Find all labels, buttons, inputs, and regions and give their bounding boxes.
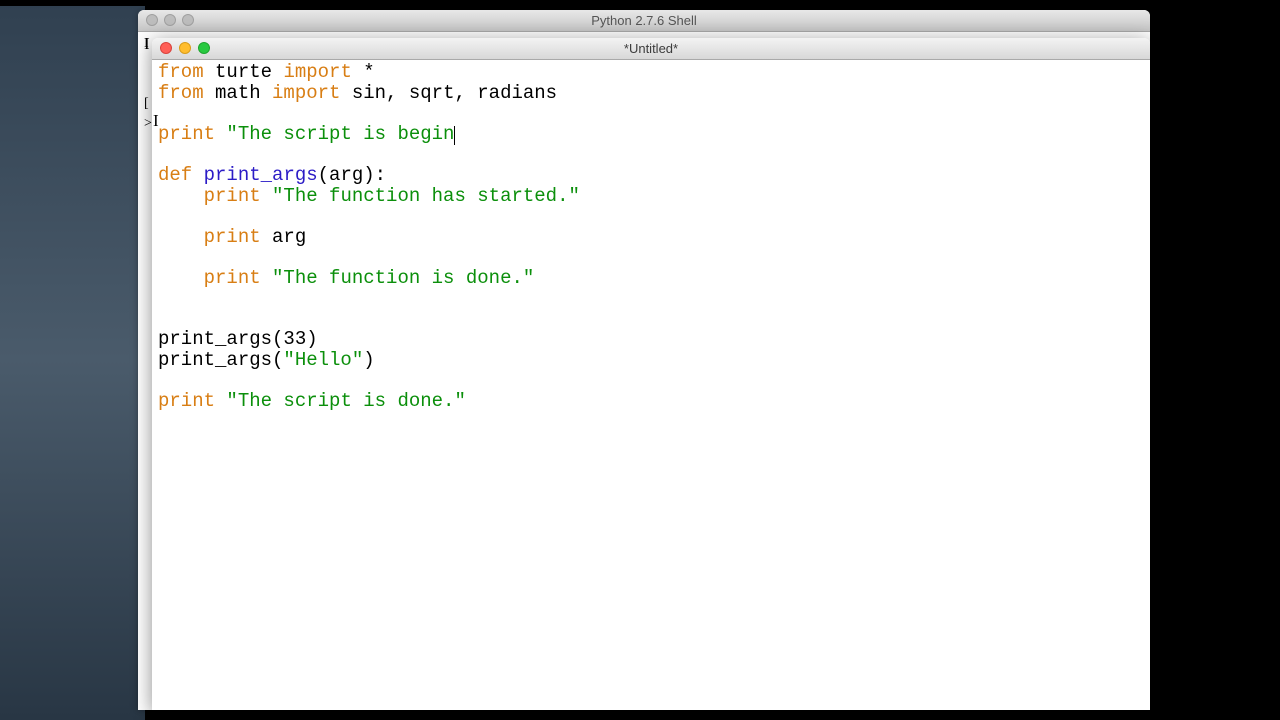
code-kw: print — [158, 390, 215, 412]
ibeam-cursor-icon: I — [153, 111, 159, 131]
code-text: math — [204, 82, 272, 104]
code-funcname: print_args — [204, 164, 318, 186]
shell-title: Python 2.7.6 Shell — [591, 13, 697, 28]
code-kw: from — [158, 61, 204, 83]
code-kw: import — [272, 82, 340, 104]
code-text — [192, 164, 203, 186]
close-icon[interactable] — [146, 14, 158, 26]
minimize-icon[interactable] — [164, 14, 176, 26]
shell-titlebar[interactable]: Python 2.7.6 Shell — [138, 10, 1150, 32]
minimize-icon[interactable] — [179, 42, 191, 54]
code-text: print_args( — [158, 349, 283, 371]
editor-window: *Untitled* from turte import * from math… — [152, 38, 1150, 710]
code-editor[interactable]: from turte import * from math import sin… — [152, 60, 1150, 413]
code-text — [261, 267, 272, 289]
zoom-icon[interactable] — [198, 42, 210, 54]
top-border — [0, 0, 1280, 6]
code-text: sin, sqrt, radians — [340, 82, 557, 104]
shell-traffic-lights — [146, 14, 194, 26]
desktop-background — [0, 0, 145, 720]
shell-text-peek: > — [144, 116, 152, 132]
right-border — [1150, 0, 1280, 720]
editor-traffic-lights — [160, 42, 210, 54]
code-text — [261, 185, 272, 207]
code-kw: import — [283, 61, 351, 83]
zoom-icon[interactable] — [182, 14, 194, 26]
shell-text-peek: I — [144, 36, 149, 52]
code-kw: def — [158, 164, 192, 186]
code-text — [215, 123, 226, 145]
code-kw: print — [204, 185, 261, 207]
code-kw: print — [204, 226, 261, 248]
editor-title: *Untitled* — [624, 41, 678, 56]
shell-text-peek: [ — [144, 96, 149, 112]
code-kw: from — [158, 82, 204, 104]
code-text — [158, 185, 204, 207]
code-text: arg — [261, 226, 307, 248]
code-text: turte — [204, 61, 284, 83]
code-string: "The function is done." — [272, 267, 534, 289]
code-text — [215, 390, 226, 412]
code-text: print_args(33) — [158, 328, 318, 350]
code-string: "Hello" — [283, 349, 363, 371]
code-text: ) — [363, 349, 374, 371]
code-text — [158, 267, 204, 289]
code-string: "The script is begin — [226, 123, 454, 145]
code-text — [158, 226, 204, 248]
code-string: "The script is done." — [226, 390, 465, 412]
editor-titlebar[interactable]: *Untitled* — [152, 38, 1150, 60]
code-kw: print — [158, 123, 215, 145]
code-kw: print — [204, 267, 261, 289]
code-text: (arg): — [318, 164, 386, 186]
text-cursor-icon — [454, 126, 455, 145]
code-string: "The function has started." — [272, 185, 580, 207]
code-text: * — [352, 61, 375, 83]
close-icon[interactable] — [160, 42, 172, 54]
